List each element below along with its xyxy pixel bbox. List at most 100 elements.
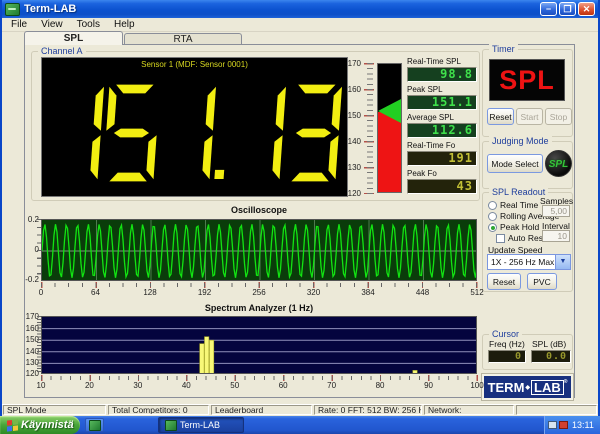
spl-reset-button[interactable]: Reset: [487, 273, 521, 290]
close-button[interactable]: ✕: [578, 2, 595, 16]
tray-volume-icon[interactable]: [559, 421, 568, 429]
oscilloscope-plot: [41, 219, 477, 281]
main-spl-readout: Sensor 1 (MDF: Sensor 0001): [41, 57, 348, 197]
scope-xlabel: 128: [143, 288, 157, 297]
sensor-header: Sensor 1 (MDF: Sensor 0001): [141, 60, 248, 69]
timer-label: Timer: [489, 44, 518, 54]
minimize-button[interactable]: −: [540, 2, 557, 16]
meter-tick-160: 160: [347, 85, 361, 94]
spectrum-xlabel: 10: [36, 381, 46, 390]
scope-x-minor-ticks: [41, 283, 477, 287]
status-bar: SPL Mode Total Competitors: 0 Leaderboar…: [2, 404, 598, 416]
maximize-button[interactable]: ❐: [559, 2, 576, 16]
term-lab-logo: TERM ◆ LAB ®: [481, 373, 574, 401]
scope-xlabel: 512: [470, 288, 484, 297]
radio-peak-hold[interactable]: [488, 223, 497, 232]
scope-xlabel: 192: [197, 288, 212, 297]
window-title: Term-LAB: [24, 3, 77, 15]
timer-stop-button[interactable]: Stop: [545, 108, 572, 125]
average-spl-label: Average SPL: [407, 113, 454, 122]
scope-x-labels: 0 64 128 192 256 320 384 448 512: [38, 288, 484, 297]
timer-group: Timer SPL Reset Start Stop: [482, 44, 573, 137]
timer-reset-button[interactable]: Reset: [487, 108, 514, 125]
spectrum-plot[interactable]: [41, 316, 477, 374]
spectrum-title: Spectrum Analyzer (1 Hz): [204, 303, 314, 313]
spectrum-xlabel: 80: [375, 381, 385, 390]
pvc-button[interactable]: PVC: [527, 273, 557, 290]
cursor-freq-label: Freq (Hz): [489, 339, 525, 349]
radio-real-time-label: Real Time: [500, 200, 539, 210]
spl-meter-bar: [377, 63, 402, 193]
peak-spl-label: Peak SPL: [407, 85, 443, 94]
radio-rolling-average[interactable]: [488, 212, 497, 221]
menu-file[interactable]: File: [4, 19, 34, 30]
status-leaderboard: Leaderboard: [211, 405, 312, 415]
quick-launch-term-lab[interactable]: [85, 418, 104, 432]
tray-display-icon[interactable]: [548, 421, 557, 429]
status-total-competitors: Total Competitors: 0: [108, 405, 209, 415]
menu-view[interactable]: View: [34, 19, 70, 30]
spl-tab-page: Channel A Sensor 1 (MDF: Sensor 0001) 17…: [24, 44, 575, 401]
meter-tick-150: 150: [347, 111, 361, 120]
spl-logo-icon: SPL: [545, 150, 572, 177]
realtime-fo-label: Real-Time Fo: [407, 141, 456, 150]
status-spl-mode: SPL Mode: [3, 405, 106, 415]
realtime-fo-value: 191: [407, 151, 477, 166]
scope-xlabel: 320: [306, 288, 321, 297]
samples-input[interactable]: 5,00: [542, 205, 570, 217]
logo-lab-text: LAB: [531, 379, 564, 395]
meter-minor-ticks: [367, 63, 373, 194]
update-speed-dropdown[interactable]: 1X - 256 Hz Max ▼: [487, 254, 571, 270]
taskbar-button-term-lab[interactable]: Term-LAB: [158, 417, 244, 433]
tab-spl[interactable]: SPL: [24, 31, 123, 45]
radio-real-time[interactable]: [488, 201, 497, 210]
meter-tick-170: 170: [347, 59, 361, 68]
menu-bar: File View Tools Help: [2, 18, 598, 32]
scope-xlabel: 256: [252, 288, 266, 297]
windows-logo-icon: [7, 418, 18, 432]
radio-peak-hold-label: Peak Hold: [500, 222, 540, 232]
realtime-spl-label: Real-Time SPL: [407, 57, 461, 66]
start-button[interactable]: Käynnistä: [0, 416, 80, 434]
start-button-label: Käynnistä: [21, 419, 74, 431]
logo-diamond-icon: ◆: [525, 384, 531, 391]
scope-xlabel: 0: [38, 288, 44, 297]
interval-input[interactable]: 10: [542, 230, 570, 242]
spectrum-xlabel: 60: [278, 381, 288, 390]
title-bar[interactable]: Term-LAB − ❐ ✕: [2, 0, 598, 18]
cursor-group: Cursor Freq (Hz) SPL (dB) 0 0.0: [482, 329, 573, 370]
tray-clock: 13:11: [572, 420, 594, 430]
meter-tick-120: 120: [347, 189, 361, 198]
timer-start-button[interactable]: Start: [516, 108, 543, 125]
menu-help[interactable]: Help: [107, 19, 142, 30]
auto-reset-checkbox[interactable]: [496, 234, 505, 243]
status-network: Network:: [424, 405, 514, 415]
peak-fo-label: Peak Fo: [407, 169, 437, 178]
mode-select-button[interactable]: Mode Select: [487, 154, 543, 173]
term-lab-window: Term-LAB − ❐ ✕ File View Tools Help SPL …: [0, 0, 600, 416]
judging-mode-group: Judging Mode Mode Select SPL: [482, 136, 573, 189]
cursor-freq-value: 0: [488, 350, 526, 363]
term-lab-icon: [165, 419, 177, 431]
scope-xlabel: 64: [91, 288, 100, 297]
term-lab-icon: [88, 419, 101, 431]
meter-peak-indicator: [378, 99, 401, 123]
cursor-label: Cursor: [489, 329, 523, 339]
desktop: Term-LAB − ❐ ✕ File View Tools Help SPL …: [0, 0, 600, 434]
spectrum-xlabel: 50: [230, 381, 240, 390]
taskbar: Käynnistä Term-LAB 13:11: [0, 416, 600, 434]
meter-tick-140: 140: [347, 137, 361, 146]
update-speed-value: 1X - 256 Hz Max: [491, 257, 555, 267]
spectrum-xlabel: 30: [133, 381, 143, 390]
chevron-down-icon[interactable]: ▼: [555, 255, 570, 269]
spectrum-xlabel: 90: [424, 381, 433, 390]
peak-spl-value: 151.1: [407, 95, 477, 110]
spectrum-xlabel: 100: [470, 381, 484, 390]
status-filler: [516, 405, 597, 415]
spectrum-xlabel: 70: [327, 381, 337, 390]
spectrum-xlabel: 20: [84, 381, 94, 390]
menu-tools[interactable]: Tools: [70, 19, 107, 30]
average-spl-value: 112.6: [407, 123, 477, 138]
meter-fill: [378, 112, 401, 192]
status-rate-fft: Rate: 0 FFT: 512 BW: 256 Hz: [314, 405, 422, 415]
